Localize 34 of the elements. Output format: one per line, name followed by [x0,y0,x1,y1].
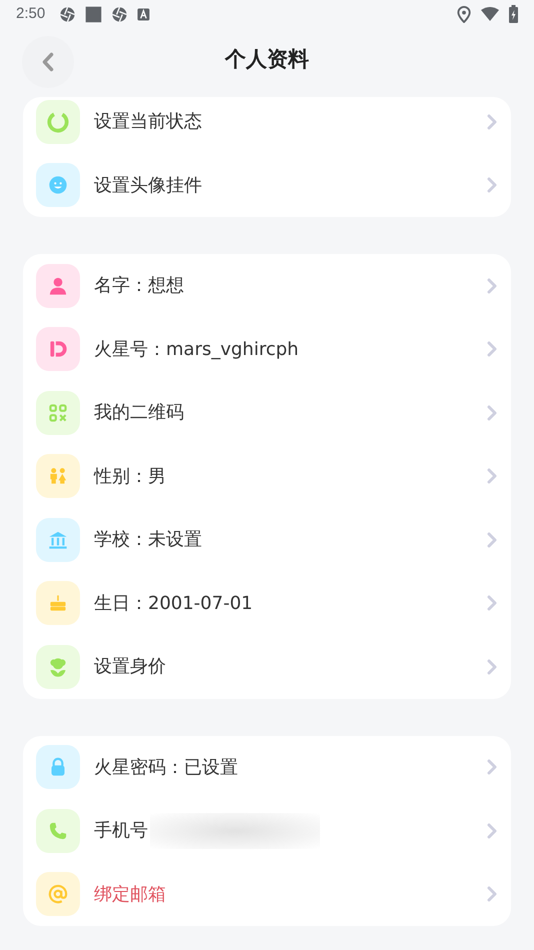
wifi-icon [481,7,499,21]
square-icon [85,6,102,22]
row-label[interactable]: 性别：男 [94,462,166,490]
row-label[interactable]: 手机号 [94,817,148,844]
back-icon [42,52,54,72]
chevron-right-icon[interactable] [487,658,497,675]
chevron-right-icon[interactable] [487,759,497,776]
row-label[interactable]: 我的二维码 [94,399,184,426]
chevron-right-icon[interactable] [487,532,497,548]
row-label[interactable]: 设置当前状态 [94,108,202,136]
battery-icon [509,5,518,23]
chevron-right-icon[interactable] [487,278,497,294]
chevron-right-icon[interactable] [487,822,497,839]
row-label[interactable]: 设置身价 [94,653,166,680]
row-label[interactable]: 学校：未设置 [94,526,202,554]
chevron-right-icon[interactable] [487,404,497,421]
row-label[interactable]: 名字：想想 [94,272,184,300]
aperture-icon [59,6,76,22]
keyboard-icon [137,8,150,20]
chevron-right-icon[interactable] [487,177,497,194]
chevron-right-icon[interactable] [487,886,497,902]
location-icon [457,6,471,22]
status-time: 2:50 [16,4,46,24]
row-label[interactable]: 设置头像挂件 [94,172,202,199]
page-title: 个人资料 [225,46,309,74]
row-label[interactable]: 火星号：mars_vghircph [94,336,299,363]
row-label[interactable]: 绑定邮箱 [94,880,166,908]
chevron-right-icon[interactable] [487,595,497,612]
aperture-icon [111,6,128,22]
row-label[interactable]: 生日：2001-07-01 [94,590,253,617]
chevron-right-icon[interactable] [487,468,497,484]
chevron-right-icon[interactable] [487,114,497,130]
row-label[interactable]: 火星密码：已设置 [94,754,238,781]
chevron-right-icon[interactable] [487,341,497,358]
